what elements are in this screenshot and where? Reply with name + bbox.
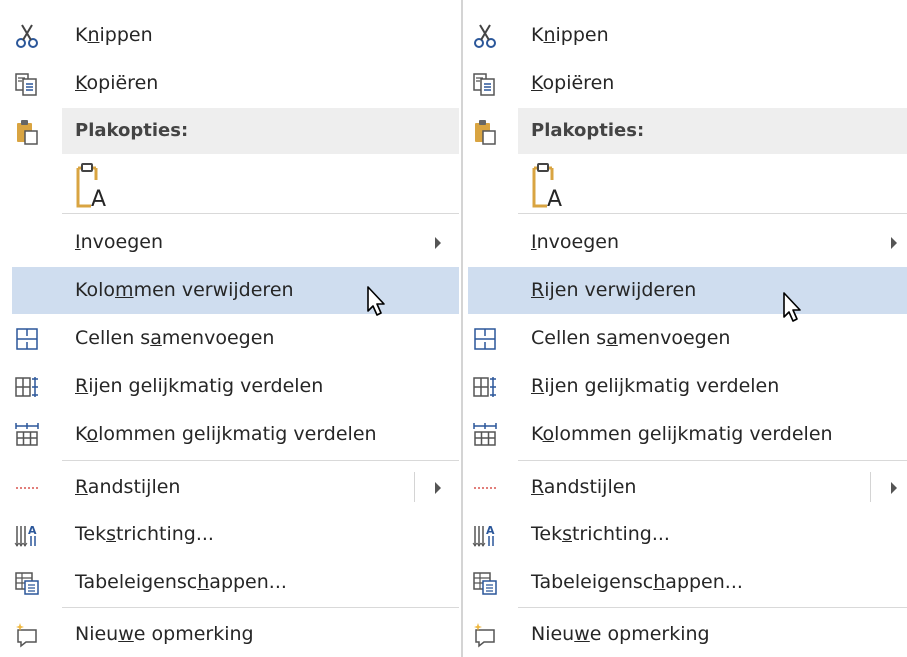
context-menu-right: Knippen Kopiëren Plakopties: A Invoegen … — [466, 0, 907, 657]
menu-item-distribute-columns[interactable]: Kolommen gelijkmatig verdelen — [466, 411, 907, 457]
table-properties-icon — [14, 570, 40, 596]
svg-text:A: A — [486, 524, 495, 537]
menu-item-border-styles[interactable]: Randstijlen — [466, 464, 907, 510]
paste-option-keep-text-only[interactable]: A — [0, 162, 459, 212]
paste-option-keep-text-only[interactable]: A — [466, 162, 907, 212]
menu-item-table-properties[interactable]: Tabeleigenschappen... — [466, 559, 907, 605]
menu-item-copy[interactable]: Kopiëren — [0, 60, 459, 106]
copy-icon — [472, 71, 498, 97]
submenu-arrow-icon — [891, 237, 897, 249]
submenu-arrow-icon[interactable] — [891, 482, 897, 494]
text-direction-icon: A — [14, 522, 40, 548]
submenu-arrow-icon[interactable] — [435, 482, 441, 494]
menu-item-merge-cells[interactable]: Cellen samenvoegen — [0, 315, 459, 361]
menu-divider — [461, 0, 463, 657]
mouse-cursor-icon — [780, 290, 804, 324]
menu-item-text-direction[interactable]: A Tekstrichting... — [466, 511, 907, 557]
menu-separator — [518, 607, 907, 608]
menu-item-merge-cells[interactable]: Cellen samenvoegen — [466, 315, 907, 361]
menu-item-new-comment[interactable]: Nieuwe opmerking — [466, 611, 907, 657]
menu-item-cut[interactable]: Knippen — [0, 12, 459, 58]
svg-text:A: A — [28, 524, 37, 537]
menu-item-text-direction[interactable]: A Tekstrichting... — [0, 511, 459, 557]
merge-cells-icon — [472, 326, 498, 352]
paste-options-header: Plakopties: — [466, 108, 907, 154]
svg-text:A: A — [547, 187, 562, 210]
menu-item-distribute-rows[interactable]: Rijen gelijkmatig verdelen — [466, 363, 907, 409]
text-direction-icon: A — [472, 522, 498, 548]
copy-icon — [14, 71, 40, 97]
menu-item-delete-rows[interactable]: Rijen verwijderen — [466, 267, 907, 314]
menu-item-table-properties[interactable]: Tabeleigenschappen... — [0, 559, 459, 605]
menu-item-delete-columns[interactable]: Kolommen verwijderen — [0, 267, 459, 314]
table-properties-icon — [472, 570, 498, 596]
menu-item-distribute-rows[interactable]: Rijen gelijkmatig verdelen — [0, 363, 459, 409]
new-comment-icon — [472, 622, 498, 648]
menu-separator — [62, 460, 459, 461]
scissors-icon — [472, 23, 498, 49]
merge-cells-icon — [14, 326, 40, 352]
submenu-arrow-icon — [435, 237, 441, 249]
scissors-icon — [14, 23, 40, 49]
paste-options-label: Plakopties: — [531, 120, 645, 141]
clipboard-icon — [14, 119, 40, 145]
menu-item-copy[interactable]: Kopiëren — [466, 60, 907, 106]
distribute-columns-icon — [14, 422, 40, 448]
menu-separator — [62, 607, 459, 608]
border-styles-icon — [14, 475, 40, 501]
menu-separator — [518, 460, 907, 461]
menu-separator — [518, 213, 907, 214]
paste-options-label: Plakopties: — [75, 120, 189, 141]
menu-item-insert[interactable]: Invoegen — [466, 219, 907, 265]
svg-text:A: A — [91, 187, 106, 210]
menu-item-border-styles[interactable]: Randstijlen — [0, 464, 459, 510]
mouse-cursor-icon — [364, 284, 388, 318]
paste-text-only-icon: A — [73, 162, 117, 214]
distribute-rows-icon — [472, 374, 498, 400]
clipboard-icon — [472, 119, 498, 145]
distribute-columns-icon — [472, 422, 498, 448]
menu-item-new-comment[interactable]: Nieuwe opmerking — [0, 611, 459, 657]
border-styles-icon — [472, 475, 498, 501]
paste-options-header: Plakopties: — [0, 108, 459, 154]
menu-item-insert[interactable]: Invoegen — [0, 219, 459, 265]
context-menu-left: Knippen Kopiëren Plakopties: A Invoegen … — [0, 0, 459, 657]
menu-item-cut[interactable]: Knippen — [466, 12, 907, 58]
menu-separator — [62, 213, 459, 214]
paste-text-only-icon: A — [529, 162, 573, 214]
new-comment-icon — [14, 622, 40, 648]
distribute-rows-icon — [14, 374, 40, 400]
menu-item-distribute-columns[interactable]: Kolommen gelijkmatig verdelen — [0, 411, 459, 457]
